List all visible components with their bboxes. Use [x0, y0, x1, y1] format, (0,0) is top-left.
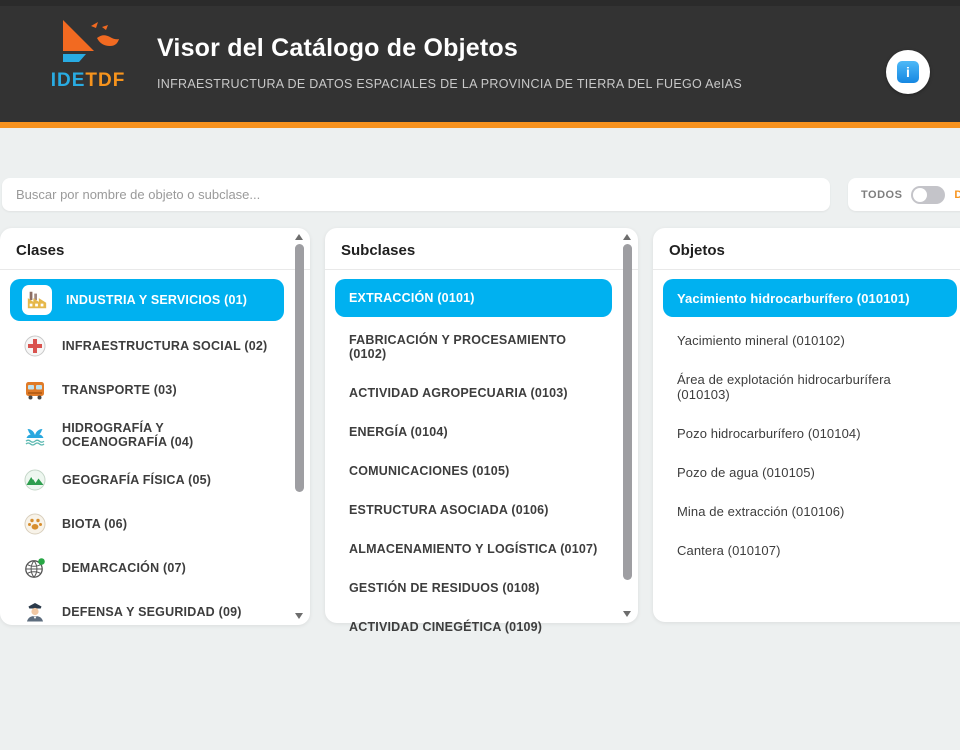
toggle-switch[interactable] [911, 186, 945, 204]
list-item[interactable]: COMUNICACIONES (0105) [335, 455, 612, 486]
list-item[interactable]: BIOTA (06) [10, 505, 284, 543]
list-item[interactable]: DEFENSA Y SEGURIDAD (09) [10, 593, 284, 631]
list-item[interactable]: Cantera (010107) [663, 535, 957, 566]
list-item-label: DEMARCACIÓN (07) [62, 561, 186, 575]
logo: IDETDF [48, 18, 128, 92]
list-item-label: INFRAESTRUCTURA SOCIAL (02) [62, 339, 267, 353]
subclases-scrollbar[interactable] [621, 232, 633, 619]
list-item[interactable]: Mina de extracción (010106) [663, 496, 957, 527]
page-subtitle: INFRAESTRUCTURA DE DATOS ESPACIALES DE L… [157, 77, 742, 91]
scrollbar-thumb[interactable] [295, 244, 304, 492]
accent-bar [0, 122, 960, 128]
factory-icon [22, 285, 52, 315]
list-item-label: Área de explotación hidrocarburífera (01… [677, 372, 943, 402]
list-item-label: ACTIVIDAD AGROPECUARIA (0103) [349, 386, 568, 400]
list-item-label: TRANSPORTE (03) [62, 383, 177, 397]
list-item[interactable]: ENERGÍA (0104) [335, 416, 612, 447]
logo-text: IDETDF [48, 70, 128, 92]
list-item-label: ALMACENAMIENTO Y LOGÍSTICA (0107) [349, 542, 598, 556]
list-item-label: DEFENSA Y SEGURIDAD (09) [62, 605, 242, 619]
scroll-up-icon[interactable] [623, 234, 631, 240]
scrollbar-thumb[interactable] [623, 244, 632, 580]
info-button[interactable]: i [886, 50, 930, 94]
list-item-label: GEOGRAFÍA FÍSICA (05) [62, 473, 211, 487]
info-icon: i [897, 61, 919, 83]
globe-icon [22, 555, 48, 581]
list-item-selected[interactable]: EXTRACCIÓN (0101) [335, 279, 612, 317]
list-item-label: ACTIVIDAD CINEGÉTICA (0109) [349, 620, 542, 634]
list-item[interactable]: TRANSPORTE (03) [10, 371, 284, 409]
list-item[interactable]: INFRAESTRUCTURA SOCIAL (02) [10, 327, 284, 365]
list-item[interactable]: HIDROGRAFÍA Y OCEANOGRAFÍA (04) [10, 415, 284, 455]
filter-toggle: TODOS DBYF [848, 178, 960, 211]
clases-list: INDUSTRIA Y SERVICIOS (01) INFRAESTRUCTUR… [0, 270, 310, 646]
list-item-selected[interactable]: INDUSTRIA Y SERVICIOS (01) [10, 279, 284, 321]
list-item[interactable]: ACTIVIDAD CINEGÉTICA (0109) [335, 611, 612, 642]
list-item[interactable]: GESTIÓN DE RESIDUOS (0108) [335, 572, 612, 603]
clases-panel: Clases INDUSTRIA Y SERVICIOS (01) INFRAES… [0, 228, 310, 625]
list-item-label: GESTIÓN DE RESIDUOS (0108) [349, 581, 540, 595]
list-item[interactable]: Pozo hidrocarburífero (010104) [663, 418, 957, 449]
subclases-list: EXTRACCIÓN (0101) FABRICACIÓN Y PROCESAMI… [325, 270, 638, 659]
logo-ide: IDE [51, 70, 86, 91]
scroll-down-icon[interactable] [295, 613, 303, 619]
scroll-down-icon[interactable] [623, 611, 631, 617]
subclases-panel: Subclases EXTRACCIÓN (0101) FABRICACIÓN Y… [325, 228, 638, 623]
list-item-label: Yacimiento hidrocarburífero (010101) [677, 291, 910, 306]
list-item-label: EXTRACCIÓN (0101) [349, 291, 475, 305]
clases-scrollbar[interactable] [293, 232, 305, 621]
list-item-label: Cantera (010107) [677, 543, 781, 558]
objetos-list: Yacimiento hidrocarburífero (010101) Yaci… [653, 270, 960, 583]
bus-icon [22, 377, 48, 403]
clases-panel-title: Clases [0, 228, 310, 269]
list-item[interactable]: Pozo de agua (010105) [663, 457, 957, 488]
list-item[interactable]: FABRICACIÓN Y PROCESAMIENTO (0102) [335, 325, 612, 369]
list-item-label: Pozo de agua (010105) [677, 465, 815, 480]
header-titles: Visor del Catálogo de Objetos INFRAESTRU… [157, 34, 742, 91]
list-item-label: Pozo hidrocarburífero (010104) [677, 426, 861, 441]
hospital-icon [22, 333, 48, 359]
logo-tdf: TDF [85, 70, 125, 91]
objetos-panel: Objetos Yacimiento hidrocarburífero (010… [653, 228, 960, 622]
list-item-label: Yacimiento mineral (010102) [677, 333, 845, 348]
scroll-up-icon[interactable] [295, 234, 303, 240]
paw-icon [22, 511, 48, 537]
objetos-panel-title: Objetos [653, 228, 960, 269]
list-item[interactable]: DEMARCACIÓN (07) [10, 549, 284, 587]
list-item-label: INDUSTRIA Y SERVICIOS (01) [66, 293, 247, 307]
list-item-label: ESTRUCTURA ASOCIADA (0106) [349, 503, 549, 517]
list-item-label: ENERGÍA (0104) [349, 425, 448, 439]
toggle-label-dbyf: DBYF [954, 189, 960, 201]
mountains-icon [22, 467, 48, 493]
list-item[interactable]: Área de explotación hidrocarburífera (01… [663, 364, 957, 410]
list-item-selected[interactable]: Yacimiento hidrocarburífero (010101) [663, 279, 957, 317]
list-item[interactable]: ACTIVIDAD AGROPECUARIA (0103) [335, 377, 612, 408]
app-header: IDETDF Visor del Catálogo de Objetos INF… [0, 0, 960, 122]
list-item-label: Mina de extracción (010106) [677, 504, 844, 519]
police-icon [22, 599, 48, 625]
list-item-label: BIOTA (06) [62, 517, 127, 531]
list-item[interactable]: Yacimiento mineral (010102) [663, 325, 957, 356]
subclases-panel-title: Subclases [325, 228, 638, 269]
page-title: Visor del Catálogo de Objetos [157, 34, 742, 63]
list-item-label: COMUNICACIONES (0105) [349, 464, 509, 478]
idetdf-logo-graphic [56, 18, 120, 68]
search-input[interactable] [2, 178, 830, 211]
list-item[interactable]: ESTRUCTURA ASOCIADA (0106) [335, 494, 612, 525]
whale-tail-icon [22, 422, 48, 448]
list-item-label: FABRICACIÓN Y PROCESAMIENTO (0102) [349, 333, 598, 361]
toggle-label-todos: TODOS [861, 189, 902, 201]
list-item[interactable]: GEOGRAFÍA FÍSICA (05) [10, 461, 284, 499]
toggle-knob [913, 188, 927, 202]
list-item-label: HIDROGRAFÍA Y OCEANOGRAFÍA (04) [62, 421, 272, 449]
list-item[interactable]: ALMACENAMIENTO Y LOGÍSTICA (0107) [335, 533, 612, 564]
